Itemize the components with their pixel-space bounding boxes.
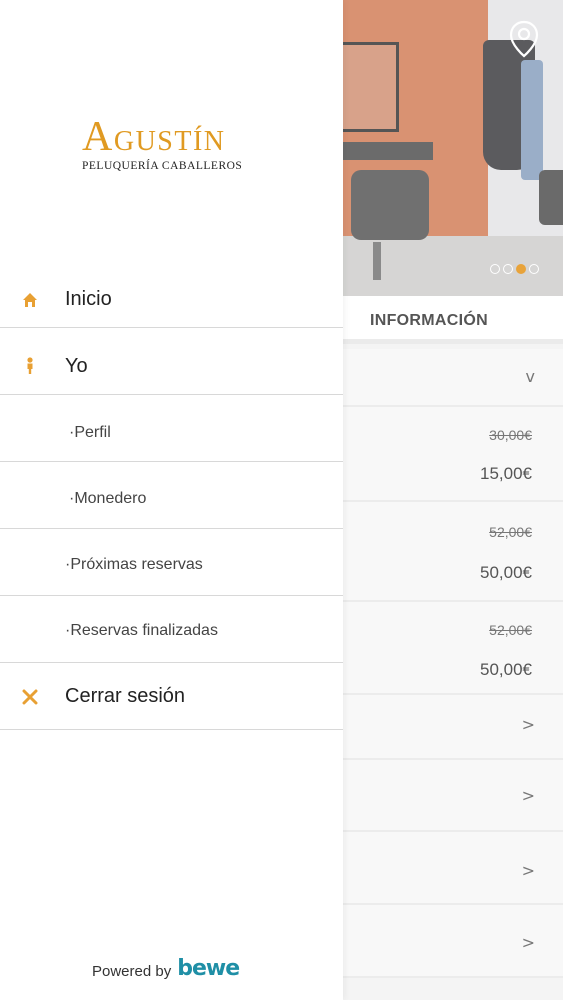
section-title: INFORMACIÓN	[370, 312, 488, 329]
info-section-header: INFORMACIÓN	[343, 296, 563, 344]
chevron-right-icon: >	[521, 861, 535, 880]
main-page: INFORMACIÓN v 30,00€ 15,00€ 52,00€ 50,00…	[343, 0, 563, 1000]
chevron-down-icon: v	[525, 367, 535, 386]
hero-chair-base	[373, 242, 381, 280]
category-row[interactable]: >	[343, 832, 563, 905]
category-row[interactable]: >	[343, 905, 563, 978]
carousel-dot-active[interactable]	[516, 264, 526, 274]
hero-mirror	[343, 42, 399, 132]
menu-item-reservas-finalizadas[interactable]: ·Reservas finalizadas	[0, 596, 343, 663]
hero-cape	[521, 60, 543, 180]
hero-image-carousel[interactable]	[343, 0, 563, 296]
menu-item-inicio[interactable]: Inicio	[0, 270, 343, 328]
chevron-right-icon: >	[521, 933, 535, 952]
menu-label: ·Próximas reservas	[65, 556, 203, 573]
carousel-dot[interactable]	[490, 264, 500, 274]
new-price: 50,00€	[480, 660, 532, 679]
chevron-right-icon: >	[521, 786, 535, 805]
hero-chair-right	[539, 170, 563, 225]
new-price: 15,00€	[480, 464, 532, 483]
info-dropdown-row[interactable]: v	[343, 349, 563, 407]
hero-counter	[343, 142, 433, 160]
navigation-drawer: AGUSTÍN PELUQUERÍA CABALLEROS Inicio Yo …	[0, 0, 343, 1000]
location-pin-icon[interactable]	[509, 20, 539, 58]
carousel-dots	[490, 264, 539, 274]
menu-label: Cerrar sesión	[65, 685, 186, 707]
menu-label: Inicio	[65, 288, 112, 310]
menu-label: ·Reservas finalizadas	[65, 622, 218, 639]
logo-title: AGUSTÍN	[82, 114, 226, 160]
powered-by: Powered by bewe	[92, 958, 240, 981]
hero-barber-chair	[351, 170, 429, 240]
carousel-dot[interactable]	[529, 264, 539, 274]
carousel-dot[interactable]	[503, 264, 513, 274]
category-row[interactable]: >	[343, 695, 563, 760]
category-row[interactable]: >	[343, 760, 563, 832]
brand-logo: AGUSTÍN PELUQUERÍA CABALLEROS	[82, 116, 262, 172]
old-price: 52,00€	[489, 622, 532, 638]
person-icon	[27, 357, 33, 374]
menu-item-cerrar-sesion[interactable]: Cerrar sesión	[0, 663, 343, 730]
close-icon	[22, 689, 38, 705]
service-row[interactable]: 52,00€ 50,00€	[343, 602, 563, 695]
menu-item-monedero[interactable]: ·Monedero	[0, 462, 343, 529]
menu-label: Yo	[65, 355, 88, 377]
menu-item-yo[interactable]: Yo	[0, 328, 343, 395]
service-row[interactable]: 30,00€ 15,00€	[343, 407, 563, 502]
logo-subtitle: PELUQUERÍA CABALLEROS	[82, 160, 243, 172]
bewe-logo[interactable]: bewe	[177, 958, 240, 980]
new-price: 50,00€	[480, 563, 532, 582]
menu-item-proximas-reservas[interactable]: ·Próximas reservas	[0, 529, 343, 596]
menu-item-perfil[interactable]: ·Perfil	[0, 395, 343, 462]
chevron-right-icon: >	[521, 715, 535, 734]
home-icon	[23, 293, 37, 307]
service-row[interactable]: 52,00€ 50,00€	[343, 502, 563, 602]
menu-label: ·Perfil	[69, 424, 111, 441]
old-price: 30,00€	[489, 427, 532, 443]
powered-by-label: Powered by	[92, 963, 172, 980]
old-price: 52,00€	[489, 524, 532, 540]
menu-label: ·Monedero	[69, 490, 147, 507]
